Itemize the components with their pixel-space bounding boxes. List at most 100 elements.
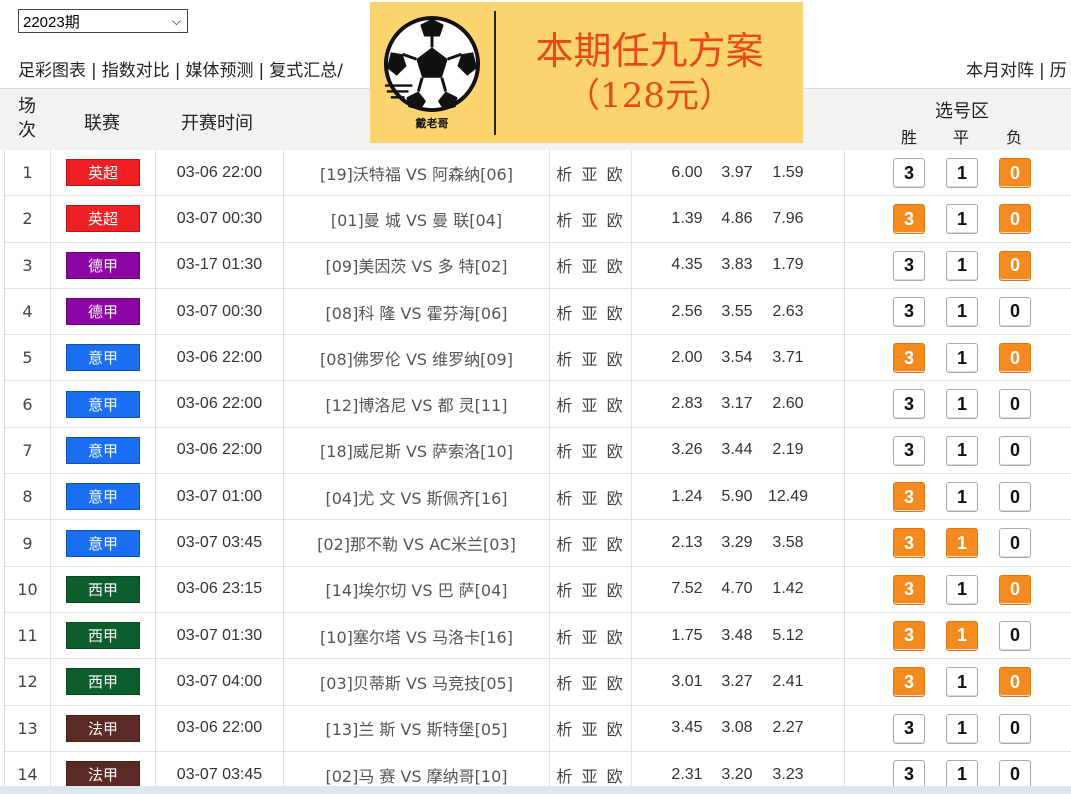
pick-lose-button[interactable]: 0 [999, 482, 1031, 513]
match-teams[interactable]: [04]尤 文 VS 斯佩齐[16] [284, 474, 550, 520]
analysis-links[interactable]: 析 亚 欧 [550, 150, 632, 196]
pick-win-button[interactable]: 3 [893, 158, 925, 188]
pick-draw-button[interactable]: 1 [946, 667, 978, 698]
pick-draw-button[interactable]: 1 [946, 296, 978, 327]
nav-separator: | [174, 61, 181, 81]
pick-lose-button[interactable]: 0 [999, 250, 1031, 281]
analysis-links[interactable]: 析 亚 欧 [550, 566, 632, 612]
period-select[interactable]: 22023期 ⌵ [18, 9, 188, 33]
match-teams[interactable]: [03]贝蒂斯 VS 马竞技[05] [284, 659, 550, 705]
pick-win-button[interactable]: 3 [893, 343, 925, 374]
match-teams[interactable]: [10]塞尔塔 VS 马洛卡[16] [284, 612, 550, 659]
league-badge[interactable]: 意甲 [66, 344, 140, 372]
pick-lose-button[interactable]: 0 [999, 158, 1031, 188]
analysis-links[interactable]: 析 亚 欧 [550, 520, 632, 566]
analysis-links[interactable]: 析 亚 欧 [550, 335, 632, 381]
pick-lose-button[interactable]: 0 [999, 667, 1031, 698]
table-row: 1 英超 03-06 22:00 [19]沃特福 VS 阿森纳[06] 析 亚 欧 6.0… [5, 150, 1071, 197]
promo-banner[interactable]: 戴老哥 本期任九方案 （128元） [370, 2, 803, 143]
pick-lose-button[interactable]: 0 [999, 343, 1031, 374]
analysis-links[interactable]: 析 亚 欧 [550, 288, 632, 335]
analysis-links[interactable]: 析 亚 欧 [550, 196, 632, 242]
kickoff-time: 03-06 22:00 [156, 150, 284, 196]
header-changci: 场次 [18, 96, 36, 141]
pick-win-button[interactable]: 3 [893, 667, 925, 698]
pick-lose-button[interactable]: 0 [999, 389, 1031, 420]
pick-win-button[interactable]: 3 [893, 574, 925, 605]
pick-lose-button[interactable]: 0 [999, 713, 1031, 744]
match-teams[interactable]: [08]佛罗伦 VS 维罗纳[09] [284, 335, 550, 381]
pick-draw-button[interactable]: 1 [946, 713, 978, 744]
nav-link-monthly-fixtures[interactable]: 本月对阵 [966, 61, 1034, 81]
league-badge[interactable]: 法甲 [66, 714, 140, 742]
nav-link-index-compare[interactable]: 指数对比 [102, 61, 170, 81]
nav-link-chart[interactable]: 足彩图表 [18, 61, 86, 81]
match-teams[interactable]: [18]威尼斯 VS 萨索洛[10] [284, 427, 550, 474]
match-teams[interactable]: [09]美因茨 VS 多 特[02] [284, 242, 550, 288]
league-badge[interactable]: 西甲 [66, 575, 140, 603]
league-badge[interactable]: 意甲 [66, 436, 140, 464]
match-number: 3 [5, 242, 51, 288]
nav-link-history[interactable]: 历 [1050, 61, 1067, 81]
match-teams[interactable]: [02]那不勒 VS AC米兰[03] [284, 520, 550, 566]
pick-win-button[interactable]: 3 [893, 482, 925, 513]
league-badge[interactable]: 意甲 [66, 529, 140, 557]
match-number: 11 [5, 612, 51, 659]
league-badge[interactable]: 英超 [66, 205, 140, 233]
analysis-links[interactable]: 析 亚 欧 [550, 474, 632, 520]
pick-lose-button[interactable]: 0 [999, 528, 1031, 559]
pick-lose-button[interactable]: 0 [999, 620, 1031, 651]
pick-lose-button[interactable]: 0 [999, 296, 1031, 327]
match-teams[interactable]: [01]曼 城 VS 曼 联[04] [284, 196, 550, 242]
league-badge[interactable]: 意甲 [66, 483, 140, 511]
league-cell: 西甲 [51, 659, 156, 705]
pick-win-button[interactable]: 3 [893, 296, 925, 327]
pick-draw-button[interactable]: 1 [946, 389, 978, 420]
match-teams[interactable]: [14]埃尔切 VS 巴 萨[04] [284, 566, 550, 612]
match-teams[interactable]: [19]沃特福 VS 阿森纳[06] [284, 150, 550, 196]
odds-cell: 2.00 3.54 3.71 [632, 335, 845, 381]
pick-win-button[interactable]: 3 [893, 435, 925, 466]
pick-win-button[interactable]: 3 [893, 620, 925, 651]
pick-win-button[interactable]: 3 [893, 250, 925, 281]
nav-link-media-predict[interactable]: 媒体预测 [185, 61, 253, 81]
league-badge[interactable]: 西甲 [66, 622, 140, 650]
league-badge[interactable]: 德甲 [66, 298, 140, 326]
pick-draw-button[interactable]: 1 [946, 574, 978, 605]
pick-lose-button[interactable]: 0 [999, 574, 1031, 605]
pick-draw-button[interactable]: 1 [946, 343, 978, 374]
league-badge[interactable]: 德甲 [66, 251, 140, 279]
nav-link-combo-summary[interactable]: 复式汇总/ [269, 61, 343, 81]
pick-win-button[interactable]: 3 [893, 389, 925, 420]
league-badge[interactable]: 西甲 [66, 668, 140, 696]
pick-draw-button[interactable]: 1 [946, 250, 978, 281]
pick-draw-button[interactable]: 1 [946, 528, 978, 559]
pick-win-button[interactable]: 3 [893, 528, 925, 559]
league-cell: 英超 [51, 196, 156, 242]
league-badge[interactable]: 意甲 [66, 390, 140, 418]
pick-draw-button[interactable]: 1 [946, 204, 978, 235]
analysis-links[interactable]: 析 亚 欧 [550, 242, 632, 288]
analysis-links[interactable]: 析 亚 欧 [550, 427, 632, 474]
pick-lose-button[interactable]: 0 [999, 435, 1031, 466]
pick-win-button[interactable]: 3 [893, 713, 925, 744]
table-row: 13 法甲 03-06 22:00 [13]兰 斯 VS 斯特堡[05] 析 亚 欧 3.… [5, 705, 1071, 752]
analysis-links[interactable]: 析 亚 欧 [550, 659, 632, 705]
pick-draw-button[interactable]: 1 [946, 158, 978, 188]
match-teams[interactable]: [12]博洛尼 VS 都 灵[11] [284, 381, 550, 427]
nav-links: 足彩图表 | 指数对比 | 媒体预测 | 复式汇总/ [18, 56, 343, 81]
analysis-links[interactable]: 析 亚 欧 [550, 705, 632, 751]
analysis-links[interactable]: 析 亚 欧 [550, 612, 632, 659]
pick-draw-button[interactable]: 1 [946, 435, 978, 466]
league-badge[interactable]: 法甲 [66, 761, 140, 788]
horizontal-scrollbar[interactable] [0, 786, 1071, 794]
analysis-links[interactable]: 析 亚 欧 [550, 381, 632, 427]
pick-draw-button[interactable]: 1 [946, 482, 978, 513]
league-badge[interactable]: 英超 [66, 159, 140, 187]
pick-lose-button[interactable]: 0 [999, 204, 1031, 235]
pick-draw-button[interactable]: 1 [946, 620, 978, 651]
match-teams[interactable]: [13]兰 斯 VS 斯特堡[05] [284, 705, 550, 751]
odds-cell: 1.24 5.90 12.49 [632, 474, 845, 520]
match-teams[interactable]: [08]科 隆 VS 霍芬海[06] [284, 288, 550, 335]
pick-win-button[interactable]: 3 [893, 204, 925, 235]
